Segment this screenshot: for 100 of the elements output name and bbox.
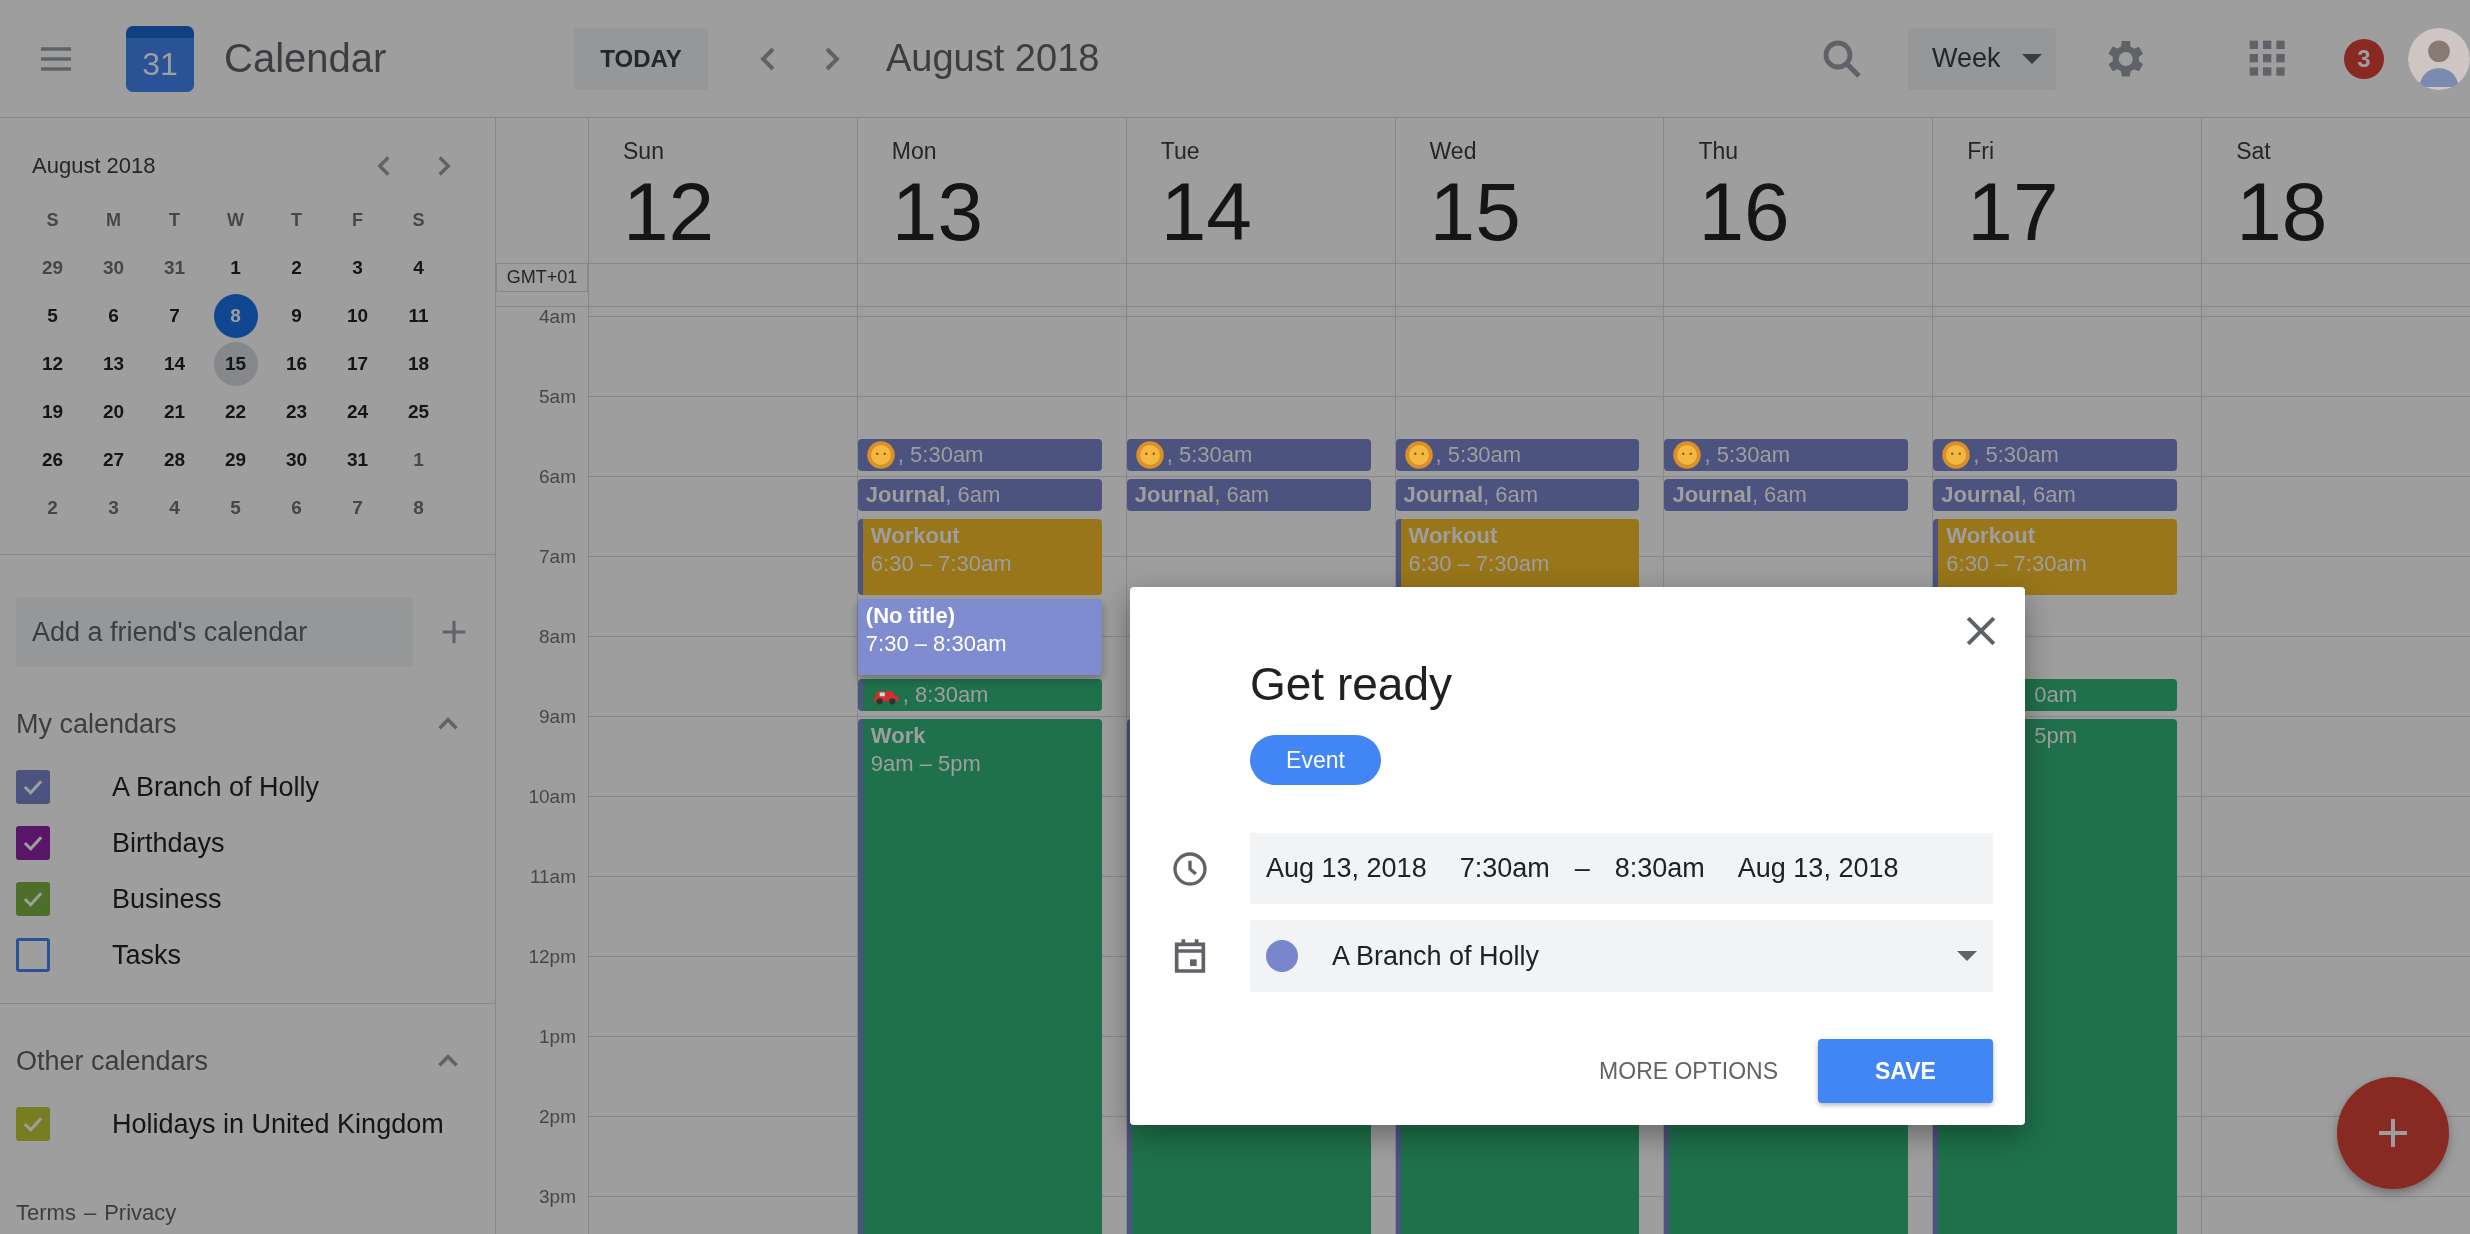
checkbox[interactable] [16, 938, 50, 972]
weekday-label: S [45, 208, 60, 232]
hour-label: 1pm [539, 1026, 576, 1047]
event-text: 0am [2034, 681, 2078, 709]
event-title: Workout [1946, 522, 2037, 550]
mini-calendar-day[interactable]: 23 [274, 390, 319, 434]
date-number[interactable]: 16 [1698, 171, 1790, 253]
calendar-name: Holidays in United Kingdom [112, 1108, 444, 1140]
sun-icon [1135, 441, 1164, 469]
hour-label: 8am [539, 626, 576, 647]
view-dropdown[interactable]: Week [1908, 27, 2056, 90]
mini-calendar-day[interactable]: 1 [396, 438, 441, 482]
mini-calendar-day[interactable]: 4 [152, 486, 197, 530]
mini-calendar-day[interactable]: 8 [396, 486, 441, 530]
weekday-label: M [105, 208, 122, 232]
mini-calendar-month: August 2018 [32, 153, 157, 179]
event-text: Journal, 6am [1672, 481, 1807, 509]
start-date[interactable]: Aug 13, 2018 [1266, 853, 1427, 884]
mini-calendar-day[interactable]: 21 [152, 390, 197, 434]
footer-link[interactable]: Terms [16, 1200, 76, 1226]
end-date[interactable]: Aug 13, 2018 [1737, 853, 1899, 884]
weekday-label: S [411, 208, 426, 232]
date-number[interactable]: 18 [2236, 171, 2328, 253]
mini-calendar-day[interactable]: 3 [91, 486, 136, 530]
caret-icon [1957, 950, 1977, 962]
section-title: My calendars [16, 708, 178, 740]
save-button[interactable]: SAVE [1818, 1039, 1993, 1103]
date-number[interactable]: 13 [891, 171, 984, 253]
mini-calendar-day[interactable]: 19 [30, 390, 75, 434]
mini-calendar-day[interactable]: 22 [213, 390, 258, 434]
event-text: , 5:30am [1166, 441, 1253, 469]
event-text: , 8:30am [902, 681, 989, 709]
mini-calendar-day[interactable]: 26 [30, 438, 75, 482]
start-time[interactable]: 7:30am [1459, 853, 1550, 884]
mini-calendar-day[interactable]: 18 [396, 342, 441, 386]
mini-calendar-day[interactable]: 29 [30, 246, 75, 290]
event-time: 6:30 – 7:30am [1408, 550, 1551, 578]
mini-calendar-day[interactable]: 5 [213, 486, 258, 530]
mini-calendar-day[interactable]: 10 [335, 294, 380, 338]
mini-calendar-day[interactable]: 15 [213, 342, 258, 386]
timezone-label: GMT+01 [496, 264, 588, 292]
mini-calendar-day[interactable]: 4 [396, 246, 441, 290]
mini-calendar-day[interactable]: 12 [30, 342, 75, 386]
calendar-name: Business [112, 883, 222, 915]
hour-label: 4am [539, 307, 576, 327]
mini-calendar-day[interactable]: 14 [152, 342, 197, 386]
date-number[interactable]: 17 [1967, 171, 2059, 253]
checkbox[interactable] [16, 882, 50, 916]
mini-calendar-day[interactable]: 25 [396, 390, 441, 434]
calendar-name: A Branch of Holly [1332, 940, 1541, 972]
mini-calendar-day[interactable]: 27 [91, 438, 136, 482]
mini-calendar-day[interactable]: 11 [396, 294, 441, 338]
mini-calendar-day[interactable]: 2 [30, 486, 75, 530]
weekday-name: Wed [1429, 138, 1477, 165]
date-number[interactable]: 12 [623, 171, 715, 253]
event-type-chip[interactable]: Event [1250, 735, 1381, 785]
mini-calendar-day[interactable]: 24 [335, 390, 380, 434]
checkbox[interactable] [16, 770, 50, 804]
calendar-dropdown[interactable]: A Branch of Holly [1250, 920, 1993, 992]
mini-calendar-day[interactable]: 6 [91, 294, 136, 338]
mini-calendar-day[interactable]: 30 [274, 438, 319, 482]
mini-calendar-day[interactable]: 1 [213, 246, 258, 290]
event-text: , 5:30am [1704, 441, 1791, 469]
mini-calendar-day[interactable]: 3 [335, 246, 380, 290]
mini-calendar-day[interactable]: 6 [274, 486, 319, 530]
checkbox[interactable] [16, 826, 50, 860]
mini-calendar-day[interactable]: 7 [152, 294, 197, 338]
add-calendar-field[interactable]: Add a friend's calendar [16, 597, 413, 667]
date-number[interactable]: 14 [1160, 171, 1252, 253]
mini-calendar-day[interactable]: 13 [91, 342, 136, 386]
more-options-button[interactable]: MORE OPTIONS [1579, 1039, 1798, 1103]
mini-calendar-day[interactable]: 17 [335, 342, 380, 386]
mini-calendar-day[interactable]: 20 [91, 390, 136, 434]
sun-icon [867, 441, 895, 469]
date-number[interactable]: 15 [1429, 171, 1521, 253]
mini-calendar-day[interactable]: 29 [213, 438, 258, 482]
mini-calendar-day[interactable]: 31 [335, 438, 380, 482]
weekday-label: T [168, 208, 181, 232]
checkbox[interactable] [16, 1107, 50, 1141]
end-time[interactable]: 8:30am [1614, 853, 1705, 884]
mini-calendar-day[interactable]: 5 [30, 294, 75, 338]
event-title: (No title) [865, 602, 957, 630]
avatar[interactable] [2408, 27, 2470, 90]
mini-calendar-day[interactable]: 7 [335, 486, 380, 530]
today-button[interactable]: TODAY [574, 27, 708, 90]
mini-calendar-day[interactable]: 31 [152, 246, 197, 290]
mini-calendar-day[interactable]: 2 [274, 246, 319, 290]
caret-icon [2022, 52, 2042, 65]
footer-link[interactable]: Privacy [104, 1200, 177, 1226]
weekday-name: Sun [623, 138, 664, 165]
mini-calendar-day[interactable]: 9 [274, 294, 319, 338]
weekday-name: Thu [1698, 138, 1739, 165]
apps-icon[interactable] [2248, 38, 2288, 79]
dash: – [1574, 853, 1590, 884]
date-time-field[interactable]: Aug 13, 2018 7:30am – 8:30am Aug 13, 2018 [1250, 833, 1993, 904]
create-button[interactable] [2337, 1077, 2449, 1189]
event-time: 6:30 – 7:30am [870, 550, 1013, 578]
mini-calendar-day[interactable]: 30 [91, 246, 136, 290]
mini-calendar-day[interactable]: 16 [274, 342, 319, 386]
mini-calendar-day[interactable]: 28 [152, 438, 197, 482]
